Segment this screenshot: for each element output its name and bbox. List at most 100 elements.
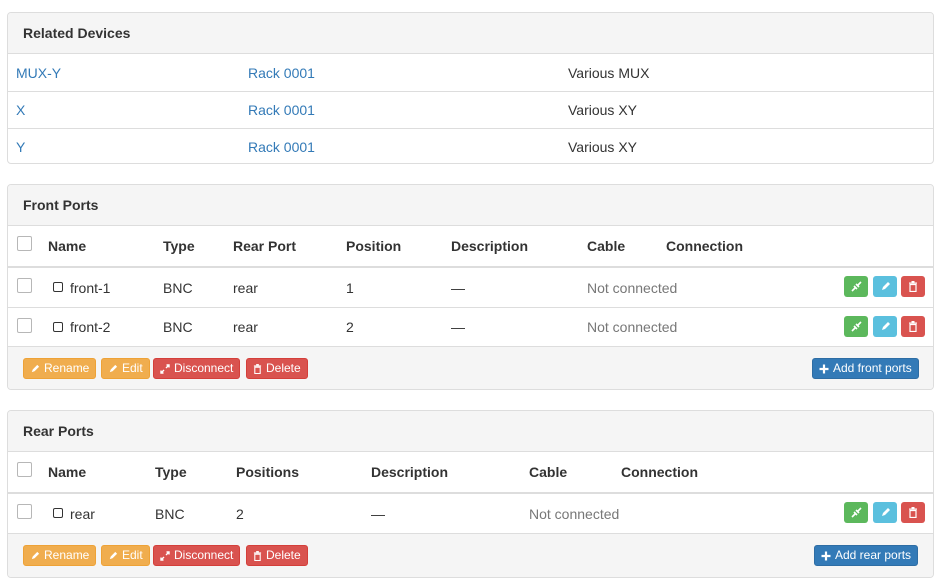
trash-icon [253,550,262,561]
delete-button[interactable]: Delete [246,545,308,566]
header-name: Name [48,464,87,480]
delete-port-button[interactable] [901,502,925,523]
rename-label: Rename [44,361,90,375]
front-ports-heading: Front Ports [8,185,933,226]
edit-label: Edit [122,361,143,375]
disconnect-button[interactable]: Disconnect [153,358,241,379]
connect-button[interactable] [844,276,868,297]
select-all-checkbox[interactable] [17,236,32,251]
header-rear-port: Rear Port [233,238,297,254]
edit-port-button[interactable] [873,316,897,337]
header-type: Type [155,464,187,480]
add-rear-ports-button[interactable]: Add rear ports [814,545,919,566]
table-header: Name Type Positions Description Cable Co… [8,452,933,494]
pencil-icon [881,322,890,330]
row-checkbox[interactable] [17,318,32,333]
device-link[interactable]: MUX-Y [16,65,61,81]
trash-icon [253,363,262,374]
panel-title: Rear Ports [23,423,94,439]
port-type: BNC [163,279,193,296]
delete-port-button[interactable] [901,316,925,337]
device-link[interactable]: X [16,102,25,118]
edit-button[interactable]: Edit [101,545,150,566]
edit-port-button[interactable] [873,502,897,523]
table-row: rear BNC 2 — Not connected [8,494,933,533]
header-cable: Cable [529,464,568,480]
related-devices-panel: Related Devices MUX-Y Rack 0001 Various … [7,12,934,164]
table-row: front-2 BNC rear 2 — Not connected [8,307,933,346]
header-description: Description [451,238,529,254]
rear-ports-footer: Rename Edit Disconnect Delete Add rear p… [8,533,933,577]
pencil-icon [31,364,40,372]
pencil-icon [109,364,118,372]
port-name: rear [70,505,95,522]
related-devices-heading: Related Devices [8,13,933,54]
device-link[interactable]: Y [16,139,25,155]
rack-link[interactable]: Rack 0001 [248,65,315,81]
device-type: Various XY [568,139,637,155]
positions: 2 [236,505,244,522]
header-connection: Connection [666,238,743,254]
connect-icon [850,507,862,518]
panel-title: Front Ports [23,197,99,213]
trash-icon [909,321,917,332]
port-icon [53,282,63,292]
header-cable: Cable [587,238,626,254]
header-description: Description [371,464,449,480]
position: 2 [346,319,354,335]
rear-port: rear [233,279,258,296]
port-icon [53,508,63,518]
position: 1 [346,279,354,296]
trash-icon [909,507,917,518]
connect-icon [850,281,862,292]
port-type: BNC [163,319,193,335]
rename-label: Rename [44,548,90,562]
connect-button[interactable] [844,316,868,337]
header-type: Type [163,238,195,254]
description: — [451,319,465,335]
select-all-checkbox[interactable] [17,462,32,477]
rename-button[interactable]: Rename [23,545,97,566]
pencil-icon [31,551,40,559]
header-connection: Connection [621,464,698,480]
add-rear-ports-label: Add rear ports [835,548,912,562]
rear-ports-heading: Rear Ports [8,411,933,452]
plus-icon [819,364,829,373]
rack-link[interactable]: Rack 0001 [248,102,315,118]
panel-title: Related Devices [23,25,131,41]
cable-status: Not connected [529,505,620,522]
rack-link[interactable]: Rack 0001 [248,139,315,155]
plus-icon [821,551,831,560]
port-type: BNC [155,505,185,522]
disconnect-label: Disconnect [174,548,234,562]
header-position: Position [346,238,402,254]
add-front-ports-button[interactable]: Add front ports [812,358,919,379]
pencil-icon [881,508,890,516]
table-header: Name Type Rear Port Position Description… [8,226,933,268]
rear-port: rear [233,319,258,335]
edit-button[interactable]: Edit [101,358,150,379]
device-type: Various MUX [568,64,650,81]
edit-label: Edit [122,548,143,562]
port-name: front-1 [70,279,111,296]
cable-status: Not connected [587,319,678,335]
add-front-ports-label: Add front ports [833,361,912,375]
delete-label: Delete [266,548,301,562]
row-checkbox[interactable] [17,504,32,519]
table-row: X Rack 0001 Various XY [8,91,933,128]
edit-port-button[interactable] [873,276,897,297]
disconnect-button[interactable]: Disconnect [153,545,241,566]
delete-button[interactable]: Delete [246,358,308,379]
row-checkbox[interactable] [17,278,32,293]
rename-button[interactable]: Rename [23,358,97,379]
port-name: front-2 [70,319,111,335]
connect-button[interactable] [844,502,868,523]
front-ports-footer: Rename Edit Disconnect Delete Add front … [8,346,933,389]
front-ports-panel: Front Ports Name Type Rear Port Position… [7,184,934,390]
disconnect-label: Disconnect [174,361,234,375]
disconnect-icon [160,550,170,561]
table-row: MUX-Y Rack 0001 Various MUX [8,54,933,91]
header-name: Name [48,238,87,254]
device-type: Various XY [568,102,637,118]
delete-port-button[interactable] [901,276,925,297]
